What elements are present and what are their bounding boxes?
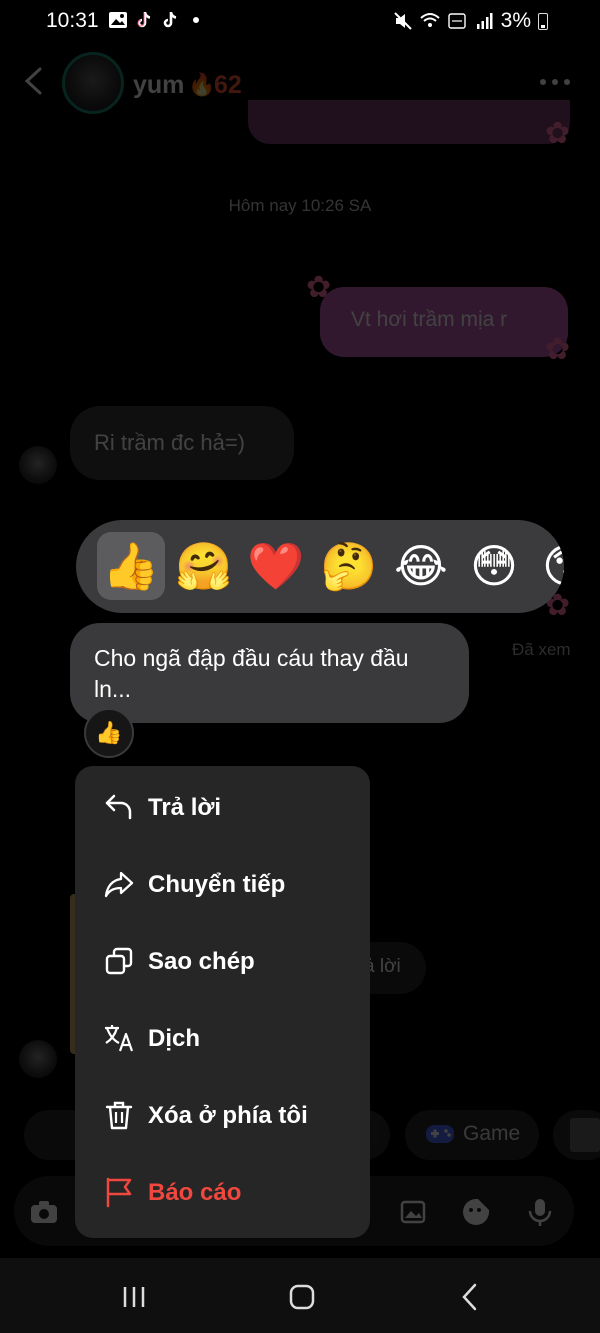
gallery-icon[interactable]	[398, 1196, 430, 1228]
message-reaction-badge[interactable]: 👍	[84, 708, 134, 758]
my-message-bubble[interactable]: Vt hơi trầm mịa r	[320, 287, 568, 357]
mute-icon	[393, 12, 412, 30]
trash-icon	[105, 1101, 133, 1130]
battery-icon	[538, 12, 548, 30]
flower-decoration-icon: ✿	[545, 117, 571, 150]
system-navigation-bar	[0, 1258, 600, 1333]
menu-item-label: Trả lời	[148, 794, 222, 821]
their-message-bubble[interactable]: Ri trầm đc hả=)	[70, 406, 294, 480]
more-notifications-dot-icon	[193, 17, 199, 23]
menu-item-label: Sao chép	[148, 948, 255, 975]
reaction-thinking[interactable]: 🤔	[315, 532, 383, 600]
recent-apps-icon[interactable]	[117, 1280, 151, 1314]
menu-item-label: Báo cáo	[148, 1179, 242, 1206]
status-time: 10:31	[46, 9, 99, 32]
reaction-heart[interactable]: ❤️	[242, 532, 310, 600]
reply-icon	[105, 794, 132, 820]
reaction-picker: 👍 🤗 ❤️ 🤔 😂 😳 😯	[76, 520, 564, 613]
reaction-thumbs-up[interactable]: 👍	[97, 532, 165, 600]
copy-icon	[105, 947, 133, 975]
menu-item-label: Dịch	[148, 1025, 201, 1052]
game-chip-label: Game	[463, 1122, 521, 1145]
previous-message-bubble	[248, 100, 570, 144]
menu-item-reply[interactable]: Trả lời	[75, 771, 370, 848]
focused-message-bubble[interactable]: Cho ngã đập đầu cáu thay đầu ln...	[70, 623, 469, 723]
flag-icon	[106, 1177, 132, 1208]
menu-item-report[interactable]: Báo cáo	[75, 1156, 370, 1233]
reaction-surprised[interactable]: 😯	[532, 532, 564, 600]
forward-icon	[104, 871, 134, 898]
camera-icon[interactable]	[28, 1196, 60, 1228]
tiktok-icon	[163, 12, 177, 28]
contact-small-avatar	[19, 446, 57, 484]
volte-icon	[447, 13, 466, 29]
menu-item-label: Chuyển tiếp	[148, 871, 286, 898]
streak-fire-icon: 🔥	[188, 72, 216, 97]
game-chip[interactable]: Game	[405, 1110, 539, 1160]
story-thumbnail-chip[interactable]	[553, 1110, 600, 1160]
home-icon[interactable]	[285, 1280, 319, 1314]
status-bar: 10:31 3%	[0, 0, 600, 44]
menu-item-delete-for-me[interactable]: Xóa ở phía tôi	[75, 1079, 370, 1156]
more-options-icon[interactable]	[540, 79, 570, 85]
back-arrow-icon[interactable]	[22, 66, 44, 96]
back-icon[interactable]	[453, 1280, 487, 1314]
sticker-icon[interactable]	[460, 1196, 492, 1228]
seen-status: Đã xem	[512, 640, 571, 659]
contact-name[interactable]: yum	[133, 71, 184, 100]
gamepad-icon	[426, 1125, 454, 1143]
contact-avatar[interactable]	[62, 52, 124, 114]
tiktok-icon	[137, 12, 151, 28]
battery-percentage: 3%	[500, 9, 531, 32]
flower-decoration-icon: ✿	[545, 333, 571, 366]
reaction-flushed[interactable]: 😳	[460, 532, 528, 600]
wifi-icon	[419, 13, 440, 27]
contact-small-avatar	[19, 1040, 57, 1078]
menu-item-copy[interactable]: Sao chép	[75, 925, 370, 1002]
message-timestamp: Hôm nay 10:26 SA	[228, 196, 372, 215]
translate-icon	[105, 1025, 134, 1052]
signal-icon	[476, 13, 493, 29]
menu-item-label: Xóa ở phía tôi	[148, 1102, 308, 1129]
gallery-icon	[109, 12, 127, 28]
reaction-laughing[interactable]: 😂	[387, 532, 455, 600]
reaction-hug[interactable]: 🤗	[170, 532, 238, 600]
menu-item-translate[interactable]: Dịch	[75, 1002, 370, 1079]
menu-item-forward[interactable]: Chuyển tiếp	[75, 848, 370, 925]
notification-icons	[108, 10, 206, 30]
message-context-menu: Trả lời Chuyển tiếp Sao chép Dịch Xóa ở …	[75, 766, 370, 1238]
microphone-icon[interactable]	[524, 1196, 556, 1228]
system-status-icons: 3%	[393, 9, 548, 33]
streak-count: 62	[214, 71, 242, 99]
